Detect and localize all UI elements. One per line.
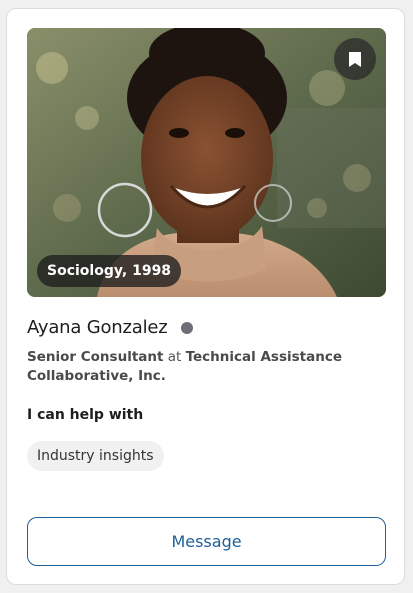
- profile-role: Senior Consultant at Technical Assistanc…: [27, 348, 367, 386]
- help-tag: Industry insights: [27, 441, 164, 471]
- message-button[interactable]: Message: [27, 517, 386, 566]
- name-row: Ayana Gonzalez: [27, 317, 193, 338]
- role-connector: at: [163, 349, 186, 365]
- bookmark-button[interactable]: [334, 38, 376, 80]
- profile-name: Ayana Gonzalez: [27, 317, 168, 338]
- class-year-badge: Sociology, 1998: [37, 255, 182, 287]
- profile-photo: Sociology, 1998: [27, 28, 386, 297]
- bookmark-icon: [349, 51, 361, 67]
- profile-card: Sociology, 1998 Ayana Gonzalez Senior Co…: [6, 8, 405, 585]
- help-heading: I can help with: [27, 407, 144, 423]
- role-title: Senior Consultant: [27, 349, 164, 365]
- status-dot: [180, 321, 193, 334]
